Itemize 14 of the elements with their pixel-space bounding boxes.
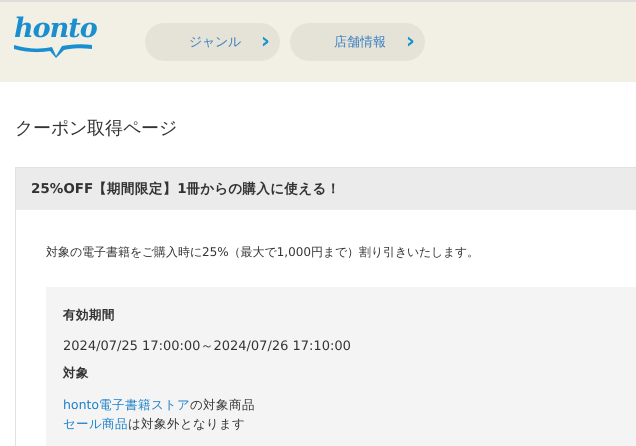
page-title: クーポン取得ページ (15, 117, 178, 140)
swoosh-icon (14, 42, 92, 58)
detail-heading: 有効期間 (63, 307, 116, 324)
link[interactable]: セール商品 (63, 416, 128, 431)
link[interactable]: honto電子書籍ストア (63, 397, 190, 412)
coupon-description: 対象の電子書籍をご購入時に25%（最大で1,000円まで）割り引きいたします。 (46, 244, 480, 261)
nav-button[interactable]: ジャンル › (145, 23, 280, 61)
detail-sentence: honto電子書籍ストアの対象商品 (63, 396, 256, 414)
detail-sentence: セール商品は対象外となります (63, 415, 246, 433)
detail-text: 2024/07/25 17:00:00～2024/07/26 17:10:00 (63, 338, 352, 355)
coupon-title: 25%OFF【期間限定】1冊からの購入に使える！ (16, 168, 636, 210)
nav-button[interactable]: 店舗情報 › (290, 23, 425, 61)
logo[interactable]: honto (14, 14, 97, 42)
detail-heading: 対象 (63, 365, 90, 382)
